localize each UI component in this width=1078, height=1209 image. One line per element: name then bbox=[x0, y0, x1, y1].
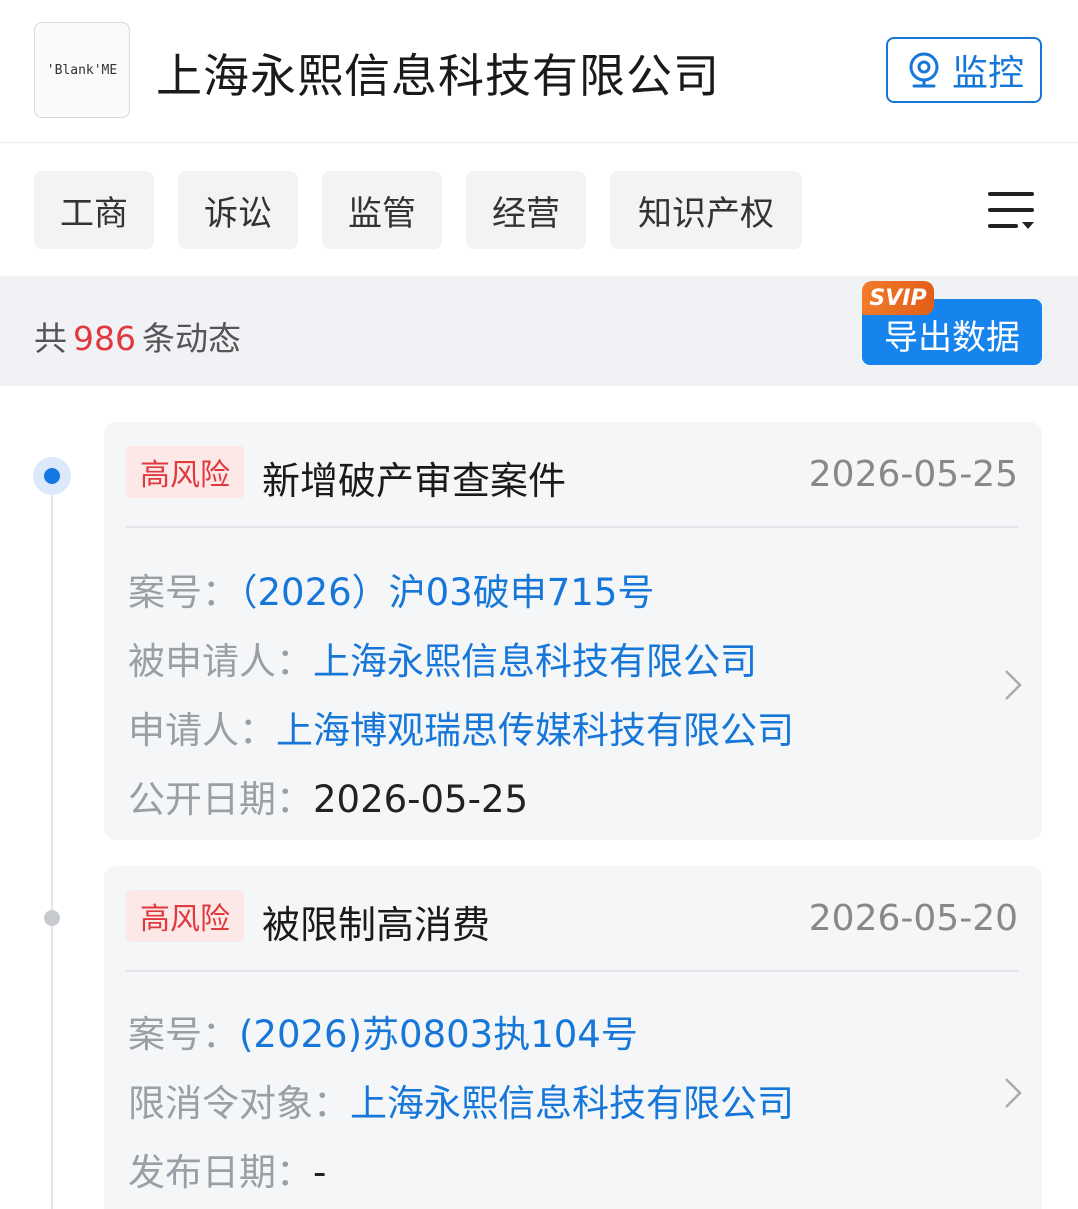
tab-regulation[interactable]: 监管 bbox=[322, 171, 442, 249]
dynamics-summary-bar: 共 986 条动态 SVIP 导出数据 bbox=[0, 276, 1078, 386]
field-label: 被申请人： bbox=[128, 640, 313, 683]
field-label: 申请人： bbox=[128, 709, 276, 752]
event-date: 2026-05-25 bbox=[808, 454, 1018, 495]
dynamics-count: 共 986 条动态 bbox=[34, 312, 241, 360]
field-label: 案号： bbox=[128, 1013, 239, 1056]
company-logo: 'Blank'ME bbox=[34, 22, 130, 118]
field-label: 发布日期： bbox=[128, 1151, 313, 1194]
field-label: 案号： bbox=[128, 571, 239, 614]
case-number-link[interactable]: (2026)苏0803执104号 bbox=[239, 1013, 638, 1056]
field-applicant: 申请人：上海博观瑞思传媒科技有限公司 bbox=[128, 700, 794, 754]
company-header: 'Blank'ME 上海永熙信息科技有限公司 监控 bbox=[0, 0, 1078, 143]
monitor-button[interactable]: 监控 bbox=[886, 37, 1042, 103]
field-release-date: 发布日期：- bbox=[128, 1142, 326, 1196]
chevron-right-icon[interactable] bbox=[1002, 1076, 1024, 1110]
publish-date-value: 2026-05-25 bbox=[313, 778, 529, 821]
card-divider bbox=[126, 970, 1018, 972]
tab-litigation[interactable]: 诉讼 bbox=[178, 171, 298, 249]
card-divider bbox=[126, 526, 1018, 528]
event-title: 被限制高消费 bbox=[262, 903, 491, 947]
field-case-number: 案号：(2026)苏0803执104号 bbox=[128, 1004, 638, 1058]
tab-intellectual-property[interactable]: 知识产权 bbox=[610, 171, 802, 249]
field-label: 限消令对象： bbox=[128, 1082, 350, 1125]
applicant-link[interactable]: 上海博观瑞思传媒科技有限公司 bbox=[276, 709, 794, 752]
field-label: 公开日期： bbox=[128, 778, 313, 821]
monitor-label: 监控 bbox=[951, 53, 1024, 94]
monitor-icon bbox=[909, 52, 939, 88]
chevron-right-icon[interactable] bbox=[1002, 668, 1024, 702]
svip-badge: SVIP bbox=[862, 281, 934, 315]
category-tabs: 工商 诉讼 监管 经营 知识产权 bbox=[0, 144, 1078, 276]
release-date-value: - bbox=[313, 1151, 327, 1194]
field-case-number: 案号：（2026）沪03破申715号 bbox=[128, 562, 654, 616]
field-respondent: 被申请人：上海永熙信息科技有限公司 bbox=[128, 631, 757, 685]
count-number: 986 bbox=[73, 319, 136, 358]
count-suffix: 条动态 bbox=[142, 319, 241, 358]
field-publish-date: 公开日期：2026-05-25 bbox=[128, 769, 528, 823]
logo-text: 'Blank'ME bbox=[46, 62, 118, 78]
timeline-dot-active bbox=[44, 468, 60, 484]
risk-badge: 高风险 bbox=[126, 446, 244, 498]
timeline-line bbox=[51, 476, 53, 1209]
tab-business[interactable]: 工商 bbox=[34, 171, 154, 249]
event-card-bankruptcy[interactable]: 高风险 新增破产审查案件 2026-05-25 案号：（2026）沪03破申71… bbox=[104, 422, 1042, 840]
event-card-consumption-restriction[interactable]: 高风险 被限制高消费 2026-05-20 案号：(2026)苏0803执104… bbox=[104, 866, 1042, 1209]
timeline-dot bbox=[44, 910, 60, 926]
restricted-party-link[interactable]: 上海永熙信息科技有限公司 bbox=[350, 1082, 794, 1125]
company-name: 上海永熙信息科技有限公司 bbox=[156, 49, 720, 103]
filter-menu-icon[interactable] bbox=[986, 188, 1036, 234]
case-number-link[interactable]: （2026）沪03破申715号 bbox=[239, 571, 654, 614]
count-prefix: 共 bbox=[34, 319, 67, 358]
respondent-link[interactable]: 上海永熙信息科技有限公司 bbox=[313, 640, 757, 683]
field-restricted-party: 限消令对象：上海永熙信息科技有限公司 bbox=[128, 1073, 794, 1127]
tab-operation[interactable]: 经营 bbox=[466, 171, 586, 249]
event-title: 新增破产审查案件 bbox=[262, 459, 567, 503]
risk-badge: 高风险 bbox=[126, 890, 244, 942]
event-date: 2026-05-20 bbox=[808, 898, 1018, 939]
